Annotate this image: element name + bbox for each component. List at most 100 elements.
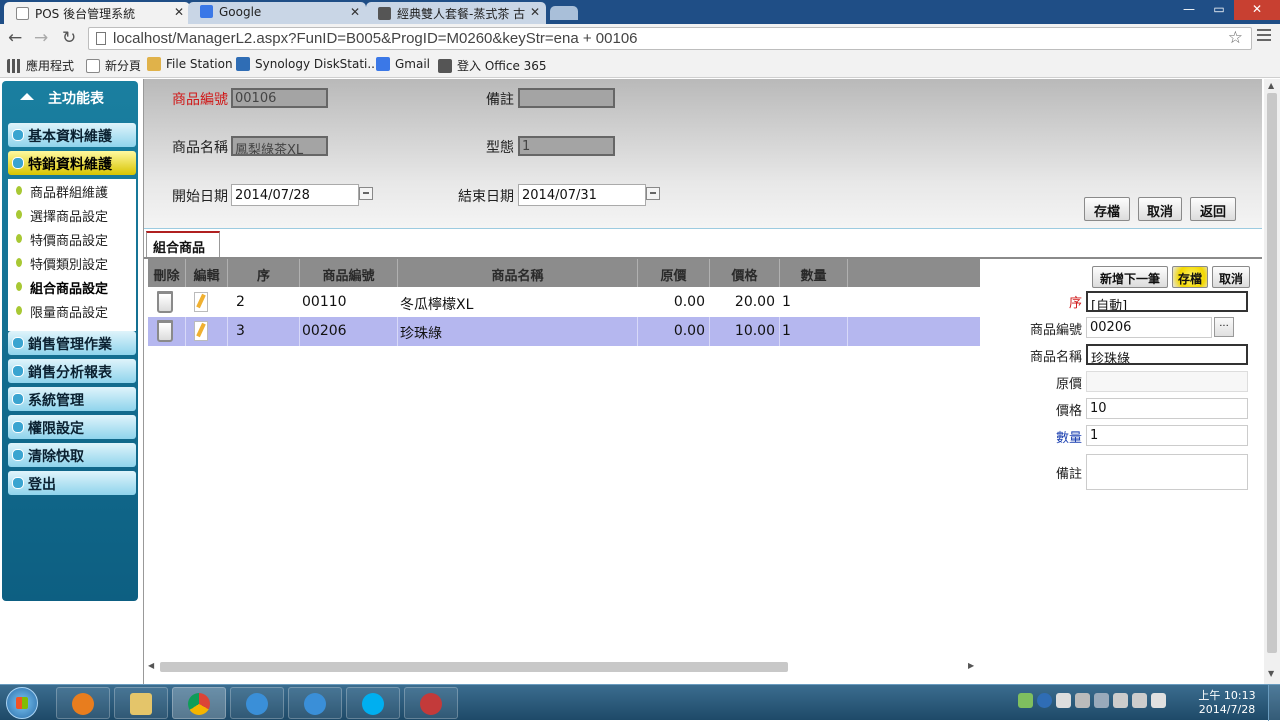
- end-date-input[interactable]: 2014/07/31: [518, 184, 646, 206]
- show-desktop-button[interactable]: [1268, 685, 1280, 721]
- tab-title: Google: [219, 5, 262, 19]
- module-clear-cache[interactable]: 清除快取: [8, 443, 136, 467]
- page-vertical-scrollbar[interactable]: ▲ ▼: [1264, 79, 1280, 684]
- settings-icon[interactable]: [1075, 693, 1090, 708]
- taskbar-ie-2[interactable]: [288, 687, 342, 719]
- browser-tab-pos[interactable]: POS 後台管理系統 ✕: [4, 2, 190, 24]
- name-cell: 冬瓜檸檬XL: [398, 288, 638, 317]
- home-menu-link[interactable]: 主功能表: [2, 81, 138, 115]
- taskbar-media-player[interactable]: [56, 687, 110, 719]
- browser-tab-google[interactable]: Google ✕: [188, 2, 366, 24]
- home-icon: [20, 93, 34, 100]
- submenu-item-select-product[interactable]: 選擇商品設定: [8, 203, 136, 226]
- orig-price-cell: 0.00: [638, 317, 710, 346]
- bookmark-gmail[interactable]: Gmail: [376, 57, 430, 71]
- tab-title: 經典雙人套餐-蒸式茶 古: [397, 7, 526, 21]
- module-permissions[interactable]: 權限設定: [8, 415, 136, 439]
- bookmark-apps[interactable]: 應用程式: [7, 57, 74, 74]
- qty-input[interactable]: 1: [1086, 425, 1248, 446]
- note-textarea[interactable]: [1086, 454, 1248, 490]
- note-field: [518, 88, 615, 108]
- trash-icon[interactable]: [157, 320, 173, 342]
- module-logout[interactable]: 登出: [8, 471, 136, 495]
- bookmark-synology[interactable]: Synology DiskStati...: [236, 57, 379, 71]
- browser-menu-icon[interactable]: [1257, 29, 1271, 44]
- keyboard-icon[interactable]: [1018, 693, 1033, 708]
- qty-cell: 1: [780, 288, 848, 317]
- tray-arrow-icon[interactable]: [1094, 693, 1109, 708]
- taskbar-chrome[interactable]: [172, 687, 226, 719]
- module-basic-data[interactable]: 基本資料維護: [8, 123, 136, 147]
- grid-horizontal-scrollbar[interactable]: ◀ ▶: [148, 659, 980, 675]
- product-lookup-button[interactable]: ...: [1214, 317, 1234, 337]
- forward-arrow-icon[interactable]: →: [34, 28, 48, 48]
- close-tab-icon[interactable]: ✕: [350, 5, 360, 19]
- taskbar-explorer[interactable]: [114, 687, 168, 719]
- address-bar[interactable]: localhost/ManagerL2.aspx?FunID=B005&Prog…: [88, 27, 1252, 50]
- close-tab-icon[interactable]: ✕: [530, 5, 540, 19]
- back-button[interactable]: 返回: [1190, 197, 1236, 221]
- clock-time: 上午 10:13: [1198, 689, 1256, 702]
- bookmark-office365[interactable]: 登入 Office 365: [438, 57, 547, 74]
- submenu-item-product-group[interactable]: 商品群組維護: [8, 179, 136, 202]
- new-tab-button[interactable]: [550, 6, 578, 20]
- browser-tab-recipe[interactable]: 經典雙人套餐-蒸式茶 古 ✕: [366, 2, 546, 24]
- bookmark-star-icon[interactable]: ☆: [1228, 28, 1243, 48]
- submenu-item-combo-product[interactable]: 組合商品設定: [8, 275, 136, 298]
- save-button[interactable]: 存檔: [1084, 197, 1130, 221]
- product-name-field: 鳳梨綠茶XL: [231, 136, 328, 156]
- start-date-input[interactable]: 2014/07/28: [231, 184, 359, 206]
- module-sales-reports[interactable]: 銷售分析報表: [8, 359, 136, 383]
- trash-icon[interactable]: [157, 291, 173, 313]
- scroll-left-arrow-icon[interactable]: ◀: [148, 661, 154, 670]
- window-close-icon[interactable]: ✕: [1234, 0, 1280, 20]
- item-save-button[interactable]: 存檔: [1172, 266, 1208, 288]
- start-button[interactable]: [6, 687, 38, 719]
- name-cell: 珍珠綠: [398, 317, 638, 346]
- scrollbar-thumb[interactable]: [160, 662, 788, 672]
- calendar-icon[interactable]: [359, 187, 373, 200]
- network-icon[interactable]: [1113, 693, 1128, 708]
- scroll-up-arrow-icon[interactable]: ▲: [1268, 81, 1274, 90]
- submenu-item-special-price[interactable]: 特價商品設定: [8, 227, 136, 250]
- add-next-button[interactable]: 新增下一筆: [1092, 266, 1168, 288]
- bookmark-file-station[interactable]: File Station: [147, 57, 233, 71]
- tab-combo-products[interactable]: 組合商品: [146, 231, 220, 257]
- clock-date: 2014/7/28: [1198, 703, 1256, 716]
- scroll-right-arrow-icon[interactable]: ▶: [968, 661, 974, 670]
- edit-pencil-icon[interactable]: [194, 292, 208, 312]
- taskbar-skype[interactable]: [346, 687, 400, 719]
- submenu-item-price-category[interactable]: 特價類別設定: [8, 251, 136, 274]
- scrollbar-thumb[interactable]: [1267, 93, 1277, 653]
- page-icon: [16, 7, 29, 20]
- module-sales-management[interactable]: 銷售管理作業: [8, 331, 136, 355]
- start-date-label: 開始日期: [172, 189, 228, 205]
- taskbar-recorder[interactable]: [404, 687, 458, 719]
- code-input[interactable]: 00206: [1086, 317, 1212, 338]
- name-input[interactable]: 珍珠綠: [1086, 344, 1248, 365]
- input-method-icon[interactable]: [1056, 693, 1071, 708]
- cancel-button[interactable]: 取消: [1138, 197, 1182, 221]
- close-tab-icon[interactable]: ✕: [174, 5, 184, 19]
- calendar-icon[interactable]: [646, 187, 660, 200]
- taskbar-ie[interactable]: [230, 687, 284, 719]
- flag-icon[interactable]: [1151, 693, 1166, 708]
- scroll-down-arrow-icon[interactable]: ▼: [1268, 669, 1274, 678]
- back-arrow-icon[interactable]: ←: [8, 28, 22, 48]
- taskbar-clock[interactable]: 上午 10:13 2014/7/28: [1198, 689, 1256, 717]
- seq-input[interactable]: [自動]: [1086, 291, 1248, 312]
- reload-icon[interactable]: ↻: [62, 28, 76, 48]
- item-cancel-button[interactable]: 取消: [1212, 266, 1250, 288]
- table-row[interactable]: 3 00206 珍珠綠 0.00 10.00 1: [148, 317, 980, 346]
- bookmark-new-tab[interactable]: 新分頁: [86, 57, 141, 74]
- minimize-icon[interactable]: —: [1174, 0, 1204, 20]
- price-input[interactable]: 10: [1086, 398, 1248, 419]
- table-row[interactable]: 2 00110 冬瓜檸檬XL 0.00 20.00 1: [148, 288, 980, 317]
- module-promo-data[interactable]: 特銷資料維護: [8, 151, 136, 175]
- edit-pencil-icon[interactable]: [194, 321, 208, 341]
- volume-icon[interactable]: [1132, 693, 1147, 708]
- module-system-management[interactable]: 系統管理: [8, 387, 136, 411]
- help-icon[interactable]: [1037, 693, 1052, 708]
- submenu-item-limited-product[interactable]: 限量商品設定: [8, 299, 136, 322]
- maximize-icon[interactable]: ▭: [1204, 0, 1234, 20]
